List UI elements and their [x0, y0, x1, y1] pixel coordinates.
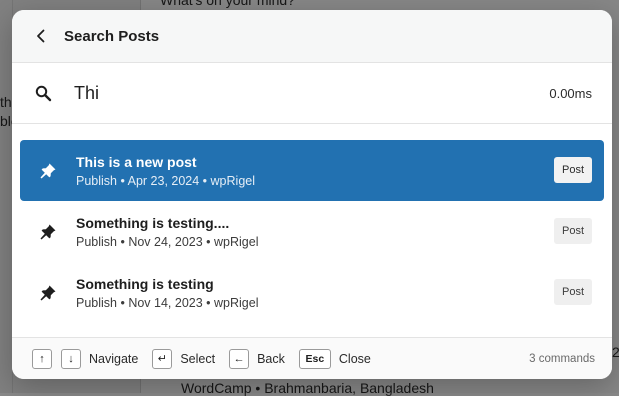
result-meta: Publish • Apr 23, 2024 • wpRigel — [76, 173, 255, 188]
result-meta: Publish • Nov 14, 2023 • wpRigel — [76, 295, 259, 310]
pin-icon — [38, 283, 58, 303]
commands-count: 3 commands — [529, 352, 595, 365]
result-title: This is a new post — [76, 153, 197, 170]
post-type-badge: Post — [553, 157, 592, 183]
result-item[interactable]: Something is testing.... Publish • Nov 2… — [20, 201, 604, 262]
result-item[interactable]: This is a new post Publish • Apr 23, 202… — [20, 140, 604, 201]
result-title: Something is testing.... — [76, 214, 230, 231]
search-timing: 0.00ms — [549, 85, 592, 101]
arrow-left-key: ← — [229, 348, 250, 369]
esc-key: Esc — [298, 348, 331, 369]
chevron-left-icon[interactable] — [32, 27, 50, 45]
modal-title: Search Posts — [64, 27, 160, 45]
back-hint: Back — [257, 351, 285, 366]
search-input[interactable] — [72, 81, 496, 105]
search-icon — [34, 84, 52, 102]
post-type-badge: Post — [553, 218, 592, 244]
arrow-down-key: ↓ — [61, 348, 81, 369]
search-bar: 0.00ms — [12, 63, 612, 124]
result-meta: Publish • Nov 24, 2023 • wpRigel — [76, 234, 259, 249]
arrow-up-key: ↑ — [32, 348, 52, 369]
close-hint: Close — [338, 351, 371, 366]
navigate-hint: Navigate — [89, 351, 139, 366]
pin-icon — [38, 222, 58, 242]
command-palette-modal: Search Posts 0.00ms This is a new post P… — [12, 10, 612, 379]
result-title: Something is testing — [76, 275, 214, 292]
result-item[interactable]: Something is testing Publish • Nov 14, 2… — [20, 262, 604, 323]
pin-icon — [38, 161, 58, 181]
modal-header: Search Posts — [12, 10, 612, 63]
select-hint: Select — [180, 351, 216, 366]
results-list: This is a new post Publish • Apr 23, 202… — [12, 124, 612, 323]
modal-footer: ↑ ↓ Navigate ↵ Select ← Back Esc Close 3… — [12, 337, 612, 379]
enter-key: ↵ — [152, 348, 173, 369]
post-type-badge: Post — [553, 279, 592, 305]
